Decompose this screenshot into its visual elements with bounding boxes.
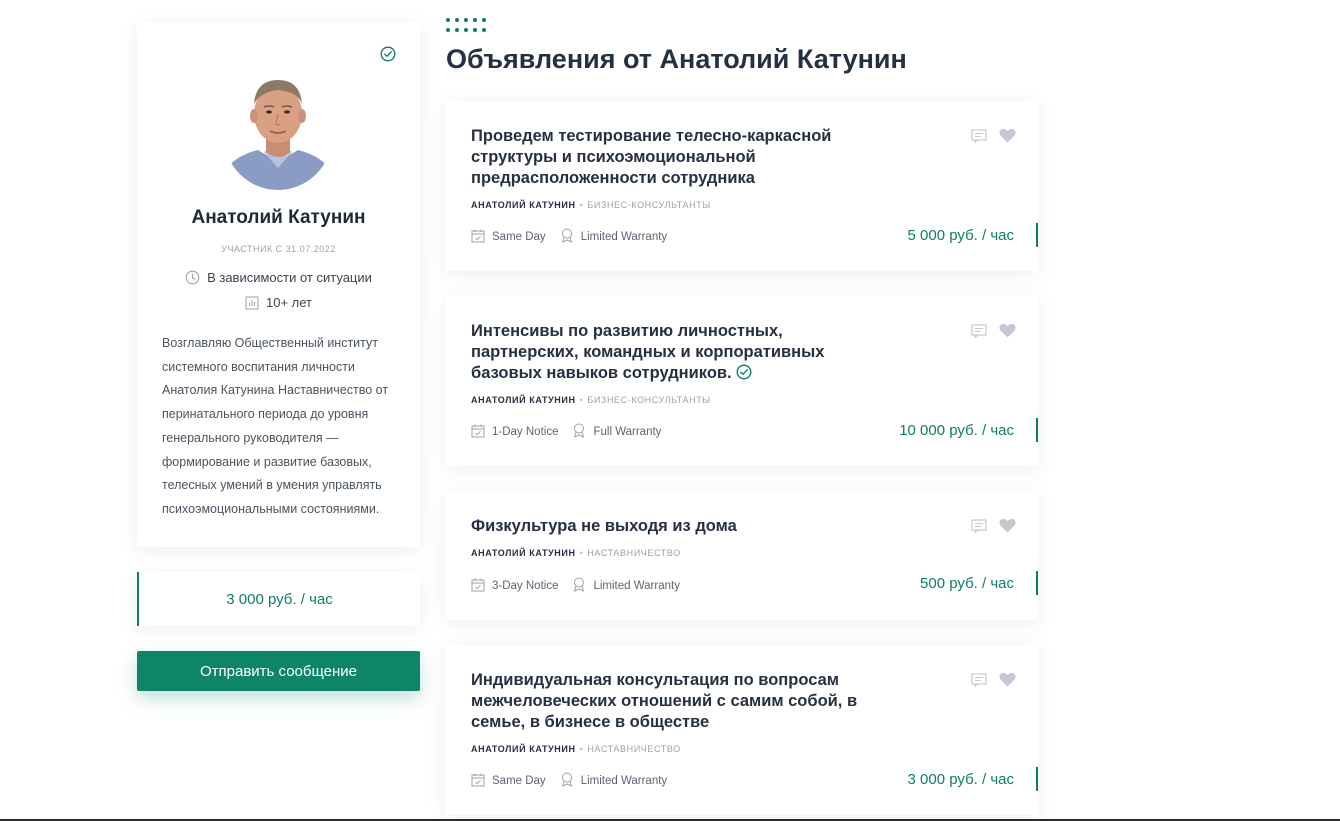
- listing-tags: Same Day Limited Warranty: [471, 228, 667, 246]
- member-since: УЧАСТНИК С 31.07.2022: [221, 244, 336, 254]
- warranty-tag: Limited Warranty: [572, 577, 680, 595]
- listing-price: 5 000 руб. / час: [908, 223, 1038, 247]
- award-icon: [572, 423, 586, 441]
- warranty-tag: Limited Warranty: [560, 228, 668, 246]
- message-icon[interactable]: [971, 518, 987, 538]
- listing-tags: Same Day Limited Warranty: [471, 772, 667, 790]
- listing-actions: [971, 323, 1016, 343]
- warranty-text: Full Warranty: [593, 426, 662, 438]
- availability-text: В зависимости от ситуации: [207, 270, 372, 285]
- listing-actions: [971, 128, 1016, 148]
- award-icon: [560, 228, 574, 246]
- listing-card[interactable]: Физкультура не выходя из дома АНАТОЛИЙ К…: [446, 491, 1038, 620]
- calendar-icon: [471, 424, 485, 441]
- calendar-icon: [471, 229, 485, 246]
- message-icon[interactable]: [971, 128, 987, 148]
- listing-card[interactable]: Интенсивы по развитию личностных, партне…: [446, 296, 1038, 466]
- message-icon[interactable]: [971, 323, 987, 343]
- listing-tags: 3-Day Notice Limited Warranty: [471, 577, 680, 595]
- delivery-text: Same Day: [492, 231, 546, 243]
- listing-title-text[interactable]: Физкультура не выходя из дома: [471, 517, 737, 535]
- listing-tags: 1-Day Notice Full Warranty: [471, 423, 661, 441]
- listing-category[interactable]: БИЗНЕС-КОНСУЛЬТАНТЫ: [587, 395, 711, 405]
- warranty-text: Limited Warranty: [580, 775, 668, 787]
- delivery-tag: Same Day: [471, 773, 546, 790]
- listing-author[interactable]: АНАТОЛИЙ КАТУНИН: [471, 548, 576, 558]
- warranty-tag: Full Warranty: [572, 423, 661, 441]
- page: Анатолий Катунин УЧАСТНИК С 31.07.2022 В…: [0, 0, 1340, 821]
- listing-title-text[interactable]: Индивидуальная консультация по вопросам …: [471, 671, 857, 731]
- profile-rate-text: 3 000 руб. / час: [226, 590, 333, 608]
- listing-title-text[interactable]: Проведем тестирование телесно-каркасной …: [471, 127, 831, 187]
- warranty-text: Limited Warranty: [593, 580, 680, 592]
- listing-meta: АНАТОЛИЙ КАТУНИН • БИЗНЕС-КОНСУЛЬТАНТЫ: [471, 395, 711, 405]
- heart-icon[interactable]: [999, 323, 1016, 343]
- listing-category[interactable]: НАСТАВНИЧЕСТВО: [587, 548, 680, 558]
- profile-rate: 3 000 руб. / час: [137, 572, 420, 626]
- delivery-text: Same Day: [492, 775, 546, 787]
- listing-meta: АНАТОЛИЙ КАТУНИН • НАСТАВНИЧЕСТВО: [471, 744, 681, 754]
- listing-card[interactable]: Проведем тестирование телесно-каркасной …: [446, 101, 1038, 271]
- avatar: [224, 70, 332, 190]
- listing-category[interactable]: НАСТАВНИЧЕСТВО: [587, 744, 680, 754]
- delivery-text: 1-Day Notice: [492, 426, 559, 438]
- listing-price: 10 000 руб. / час: [899, 418, 1038, 442]
- listing-title-text[interactable]: Интенсивы по развитию личностных, партне…: [471, 322, 824, 382]
- warranty-text: Limited Warranty: [580, 231, 668, 243]
- section-title: Объявления от Анатолий Катунин: [446, 44, 907, 74]
- delivery-tag: 1-Day Notice: [471, 424, 558, 441]
- listing-author[interactable]: АНАТОЛИЙ КАТУНИН: [471, 744, 576, 754]
- verified-check-icon: [380, 46, 396, 62]
- listing-meta: АНАТОЛИЙ КАТУНИН • НАСТАВНИЧЕСТВО: [471, 548, 681, 558]
- calendar-icon: [471, 578, 485, 595]
- listing-actions: [971, 672, 1016, 692]
- delivery-tag: Same Day: [471, 229, 546, 246]
- listing-meta: АНАТОЛИЙ КАТУНИН • БИЗНЕС-КОНСУЛЬТАНТЫ: [471, 200, 711, 210]
- heart-icon[interactable]: [999, 672, 1016, 692]
- listing-title[interactable]: Интенсивы по развитию личностных, партне…: [471, 321, 881, 386]
- listing-price: 3 000 руб. / час: [908, 767, 1038, 791]
- delivery-tag: 3-Day Notice: [471, 578, 558, 595]
- heart-icon[interactable]: [999, 518, 1016, 538]
- profile-name: Анатолий Катунин: [191, 207, 366, 228]
- listing-title[interactable]: Проведем тестирование телесно-каркасной …: [471, 126, 901, 189]
- award-icon: [560, 772, 574, 790]
- profile-card: Анатолий Катунин УЧАСТНИК С 31.07.2022 В…: [137, 22, 420, 547]
- bar-chart-icon: [245, 296, 259, 310]
- calendar-icon: [471, 773, 485, 790]
- experience-row: 10+ лет: [137, 295, 420, 310]
- clock-icon: [185, 270, 200, 285]
- award-icon: [572, 577, 586, 595]
- profile-bio: Возглавляю Общественный институт системн…: [162, 336, 389, 516]
- listing-price: 500 руб. / час: [920, 571, 1038, 595]
- listing-author[interactable]: АНАТОЛИЙ КАТУНИН: [471, 200, 576, 210]
- message-icon[interactable]: [971, 672, 987, 692]
- listing-card[interactable]: Индивидуальная консультация по вопросам …: [446, 645, 1038, 815]
- experience-text: 10+ лет: [265, 295, 312, 310]
- heart-icon[interactable]: [999, 128, 1016, 148]
- send-message-button[interactable]: Отправить сообщение: [137, 651, 420, 691]
- warranty-tag: Limited Warranty: [560, 772, 668, 790]
- listing-author[interactable]: АНАТОЛИЙ КАТУНИН: [471, 395, 576, 405]
- dots-grid-icon: [446, 18, 486, 36]
- listing-title[interactable]: Физкультура не выходя из дома: [471, 516, 901, 537]
- verified-check-icon: [736, 364, 752, 386]
- delivery-text: 3-Day Notice: [492, 580, 559, 592]
- listing-title[interactable]: Индивидуальная консультация по вопросам …: [471, 670, 896, 733]
- availability-row: В зависимости от ситуации: [137, 270, 420, 285]
- listing-actions: [971, 518, 1016, 538]
- listing-category[interactable]: БИЗНЕС-КОНСУЛЬТАНТЫ: [587, 200, 711, 210]
